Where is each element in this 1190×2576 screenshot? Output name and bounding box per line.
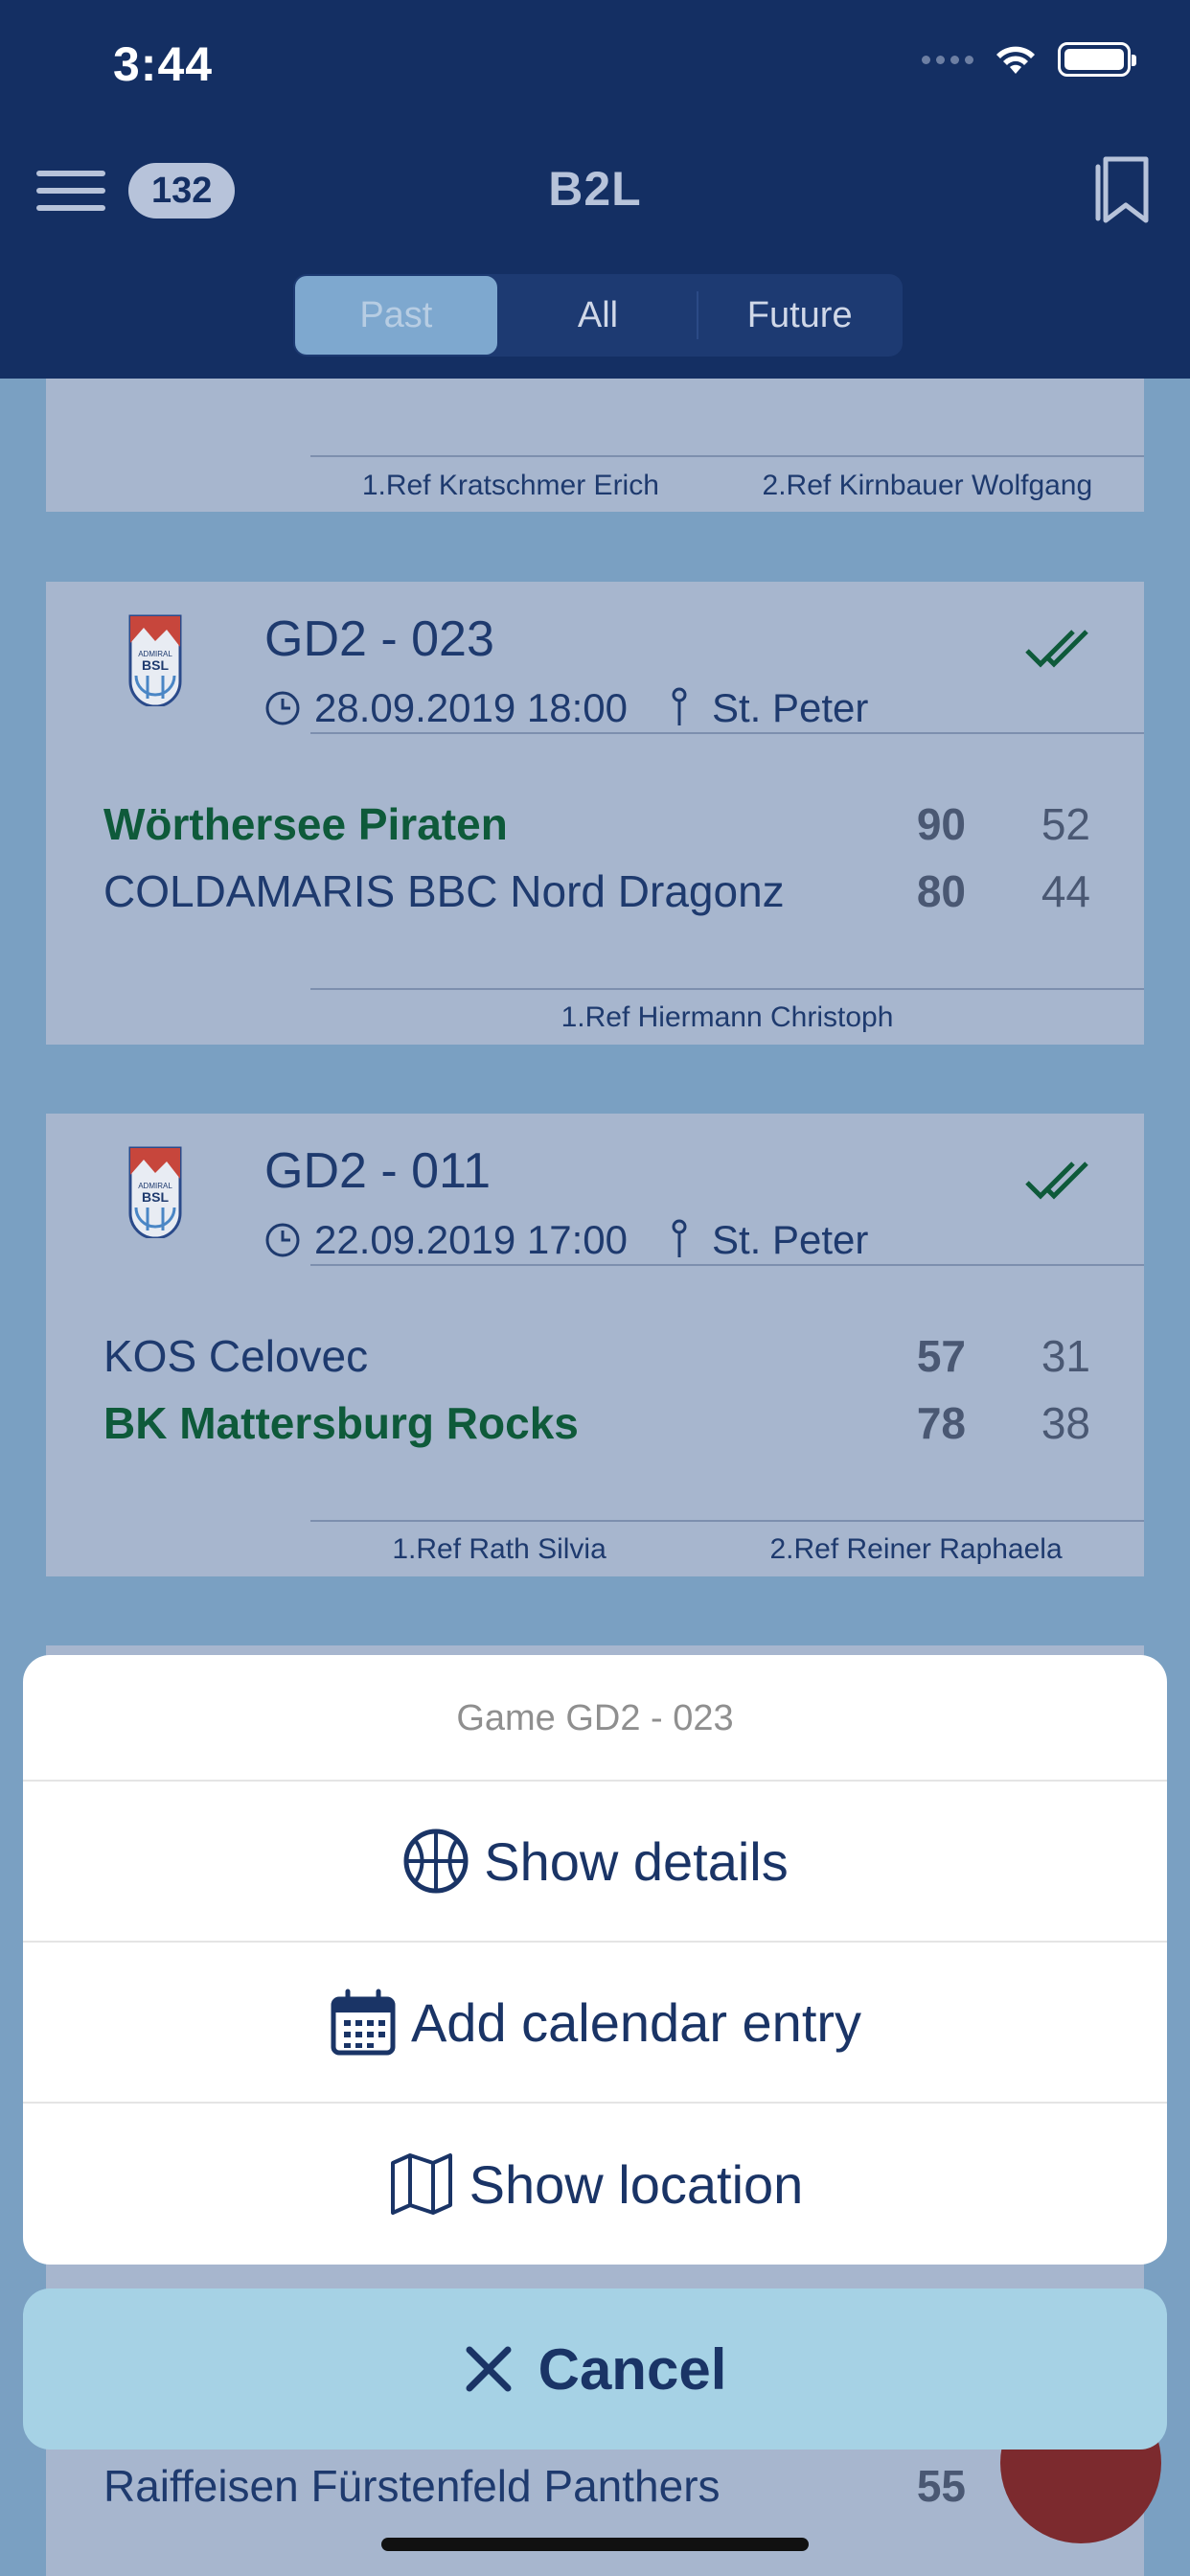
card-divider [310,455,1144,457]
close-icon [466,2346,512,2392]
league-logo-icon: ADMIRAL BSL [128,614,182,706]
team-half-score: 38 [1041,1398,1090,1448]
wifi-icon [996,46,1035,74]
double-check-icon [1025,630,1088,668]
tab-future[interactable]: Future [698,276,901,355]
calendar-icon [331,1989,396,2056]
team-score: 57 [916,1331,966,1381]
game-location: St. Peter [711,1217,869,1262]
game-datetime: 22.09.2019 17:00 [314,1217,628,1262]
team-score: 55 [916,2461,966,2511]
referee-1: 1.Ref Kratschmer Erich [361,470,659,501]
cancel-label: Cancel [538,2336,727,2402]
referee-1: 1.Ref Rath Silvia [392,1533,606,1565]
logo-line2: BSL [142,657,169,673]
clock-icon [265,691,300,725]
signal-icon [922,55,973,64]
map-icon [390,2153,452,2215]
card-divider [310,988,1144,990]
basketball-icon [403,1828,469,1894]
referee-2: 2.Ref Kirnbauer Wolfgang [762,470,1093,501]
tab-past[interactable]: Past [295,276,497,355]
team-row: COLDAMARIS BBC Nord Dragonz 80 44 [103,865,1090,917]
status-icons [922,42,1136,77]
top-bar: 3:44 132 B2L Past All Future [0,0,1190,379]
referees: 1.Ref Rath Silvia 2.Ref Reiner Raphaela [310,1533,1144,1566]
team-row: BK Mattersburg Rocks 78 38 [103,1397,1090,1449]
tab-all[interactable]: All [497,276,699,355]
location-pin-icon [672,687,687,725]
team-score: 80 [916,866,966,916]
team-name: Wörthersee Piraten [103,799,508,849]
referee-2: 2.Ref Reiner Raphaela [769,1533,1063,1565]
league-logo-icon: ADMIRAL BSL [128,1146,182,1238]
game-meta: 22.09.2019 17:00 St. Peter [264,1217,868,1263]
team-half-score: 44 [1041,866,1090,916]
logo-line2: BSL [142,1189,169,1205]
team-name: BK Mattersburg Rocks [103,1398,579,1448]
clock-icon [265,1223,300,1257]
show-details-label: Show details [484,1830,789,1892]
battery-icon [1058,42,1136,77]
location-pin-icon [672,1219,687,1257]
game-card[interactable]: ADMIRAL BSL GD2 - 023 28.09.2019 18:00 S… [46,582,1144,1045]
action-sheet-title: Game GD2 - 023 [23,1655,1167,1782]
team-name: COLDAMARIS BBC Nord Dragonz [103,866,785,916]
card-divider [310,1520,1144,1522]
card-divider [310,1264,1144,1266]
show-location-button[interactable]: Show location [23,2104,1167,2265]
add-calendar-entry-button[interactable]: Add calendar entry [23,1943,1167,2104]
team-half-score: 31 [1041,1331,1090,1381]
page-title: B2L [548,162,642,216]
referee-1: 1.Ref Hiermann Christoph [561,1001,894,1033]
referees: 1.Ref Kratschmer Erich 2.Ref Kirnbauer W… [310,470,1144,502]
team-row: Wörthersee Piraten 90 52 [103,798,1090,850]
game-meta: 28.09.2019 18:00 St. Peter [264,685,868,731]
team-name: KOS Celovec [103,1331,369,1381]
status-time: 3:44 [113,37,214,91]
home-indicator[interactable] [381,2538,809,2551]
game-card[interactable]: 1.Ref Kratschmer Erich 2.Ref Kirnbauer W… [46,364,1144,512]
bookmarks-icon[interactable] [1090,153,1154,226]
team-score: 90 [916,799,966,849]
game-card[interactable]: ADMIRAL BSL GD2 - 011 22.09.2019 17:00 S… [46,1114,1144,1576]
team-row: Raiffeisen Fürstenfeld Panthers 55 [103,2460,1090,2512]
game-code: GD2 - 023 [264,611,494,667]
double-check-icon [1025,1162,1088,1200]
team-half-score: 52 [1041,799,1090,849]
team-score: 78 [916,1398,966,1448]
cancel-button[interactable]: Cancel [23,2288,1167,2450]
game-code: GD2 - 011 [264,1143,492,1199]
show-details-button[interactable]: Show details [23,1782,1167,1943]
game-location: St. Peter [711,685,869,730]
add-calendar-entry-label: Add calendar entry [410,1991,862,2053]
team-name: Raiffeisen Fürstenfeld Panthers [103,2461,721,2511]
team-row: KOS Celovec 57 31 [103,1330,1090,1382]
action-sheet: Game GD2 - 023 Show details Add calendar… [23,1655,1167,2265]
card-divider [310,732,1144,734]
show-location-label: Show location [469,2153,804,2215]
time-filter-tabs: Past All Future [293,274,903,356]
referees: 1.Ref Hiermann Christoph [310,1001,1144,1034]
game-datetime: 28.09.2019 18:00 [314,685,628,730]
